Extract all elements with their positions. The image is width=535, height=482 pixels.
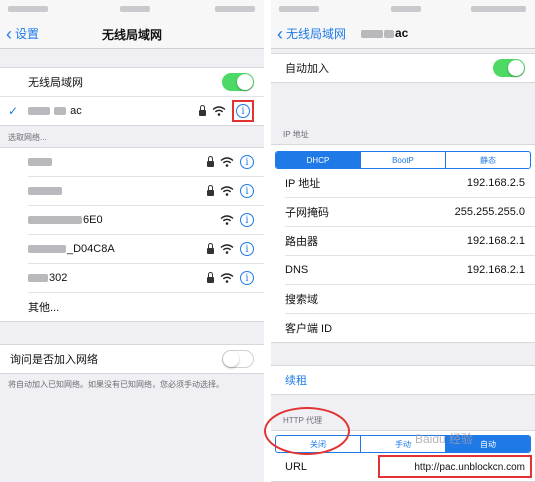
nav-bar: ‹ 设置 无线局域网 <box>0 18 264 49</box>
auto-join-label: 自动加入 <box>285 63 329 75</box>
baidu-watermark: Baidu 经验 <box>415 432 474 446</box>
dns-value: 192.168.2.1 <box>466 264 525 276</box>
ip-group: DHCP BootP 静态 IP 地址 192.168.2.5 子网掩码 255.2… <box>271 144 535 343</box>
wifi-group: 无线局域网 ✓ ac i <box>0 67 264 126</box>
wifi-list-screen: ‹ 设置 无线局域网 无线局域网 ✓ ac i 选取网络... i i 6E0 … <box>0 0 264 482</box>
wifi-signal-icon <box>220 215 234 225</box>
network-name: _D04C8A <box>28 243 207 255</box>
wifi-signal-icon <box>220 157 234 167</box>
renew-lease-label: 续租 <box>285 375 307 387</box>
ask-join-note: 将自动加入已知网络。如果没有已知网络，您必须手动选择。 <box>8 380 224 389</box>
ip-address-row: IP 地址 192.168.2.5 <box>285 169 535 198</box>
subnet-mask-row: 子网掩码 255.255.255.0 <box>285 198 535 227</box>
network-row[interactable]: i <box>28 177 264 206</box>
lock-icon <box>207 242 214 254</box>
auto-join-group: 自动加入 <box>271 53 535 83</box>
info-button-highlight: i <box>232 100 254 122</box>
nav-bar: ‹ 无线局域网 ac <box>271 18 535 49</box>
router-label: 路由器 <box>285 236 318 248</box>
network-list: i i 6E0 i _D04C8A i 302 i 其他... <box>0 147 264 322</box>
ask-join-group: 询问是否加入网络 <box>0 344 264 374</box>
tab-dhcp[interactable]: DHCP <box>276 152 361 168</box>
router-row: 路由器 192.168.2.1 <box>285 227 535 256</box>
auto-join-row: 自动加入 <box>285 54 535 82</box>
auto-join-toggle[interactable] <box>493 59 525 77</box>
status-bar <box>271 0 535 18</box>
search-domain-row[interactable]: 搜索域 <box>285 285 535 314</box>
choose-network-label: 选取网络... <box>8 133 47 142</box>
info-icon[interactable]: i <box>240 242 254 256</box>
panel-divider <box>264 0 271 482</box>
annotation-ellipse-proxy-off <box>264 407 350 455</box>
connected-network-row[interactable]: ✓ ac i <box>8 97 264 125</box>
page-title: 无线局域网 <box>101 28 162 42</box>
network-row[interactable]: _D04C8A i <box>28 235 264 264</box>
connected-network-name: ac <box>28 105 199 117</box>
network-name <box>28 156 207 168</box>
network-row[interactable]: i <box>28 148 264 177</box>
wifi-signal-icon <box>212 106 226 116</box>
ask-join-row: 询问是否加入网络 <box>0 345 264 373</box>
dns-row[interactable]: DNS 192.168.2.1 <box>285 256 535 285</box>
annotation-rect-url <box>378 455 532 478</box>
network-name <box>28 185 207 197</box>
info-icon[interactable]: i <box>240 184 254 198</box>
subnet-mask-label: 子网掩码 <box>285 207 329 219</box>
other-network-row[interactable]: 其他... <box>28 293 264 321</box>
lock-icon <box>207 184 214 196</box>
info-icon[interactable]: i <box>240 213 254 227</box>
back-label: 无线局域网 <box>286 27 347 41</box>
tab-bootp[interactable]: BootP <box>361 152 446 168</box>
network-row[interactable]: 6E0 i <box>28 206 264 235</box>
ip-section-label: IP 地址 <box>283 130 309 139</box>
search-domain-label: 搜索域 <box>285 294 318 306</box>
status-bar <box>0 0 264 18</box>
network-name: 6E0 <box>28 214 220 226</box>
subnet-mask-value: 255.255.255.0 <box>454 206 525 218</box>
wifi-toggle-row: 无线局域网 <box>0 68 264 97</box>
lock-icon <box>207 155 214 167</box>
renew-group: 续租 <box>271 365 535 395</box>
ip-mode-segmented-control: DHCP BootP 静态 <box>275 151 531 169</box>
renew-lease-button[interactable]: 续租 <box>285 366 535 394</box>
network-name: 302 <box>28 272 207 284</box>
back-button[interactable]: ‹ 无线局域网 <box>277 23 347 44</box>
dns-label: DNS <box>285 264 309 276</box>
ip-address-value: 192.168.2.5 <box>466 177 525 189</box>
info-icon[interactable]: i <box>240 155 254 169</box>
ask-join-toggle[interactable] <box>222 350 254 368</box>
info-icon[interactable]: i <box>236 104 250 118</box>
ask-join-label: 询问是否加入网络 <box>10 354 98 366</box>
wifi-toggle[interactable] <box>222 73 254 91</box>
other-network-label: 其他... <box>28 302 60 314</box>
page-title: ac <box>361 26 408 40</box>
client-id-label: 客户端 ID <box>285 323 333 335</box>
tab-static[interactable]: 静态 <box>446 152 530 168</box>
wifi-signal-icon <box>220 186 234 196</box>
checkmark-icon: ✓ <box>8 104 19 118</box>
info-icon[interactable]: i <box>240 271 254 285</box>
lock-icon <box>199 104 206 116</box>
wifi-toggle-label: 无线局域网 <box>28 77 83 89</box>
wifi-signal-icon <box>220 244 234 254</box>
router-value: 192.168.2.1 <box>466 235 525 247</box>
ip-address-label: IP 地址 <box>285 178 321 190</box>
client-id-row[interactable]: 客户端 ID <box>285 314 535 342</box>
chevron-left-icon: ‹ <box>277 23 283 44</box>
lock-icon <box>207 271 214 283</box>
network-row[interactable]: 302 i <box>28 264 264 293</box>
wifi-signal-icon <box>220 273 234 283</box>
